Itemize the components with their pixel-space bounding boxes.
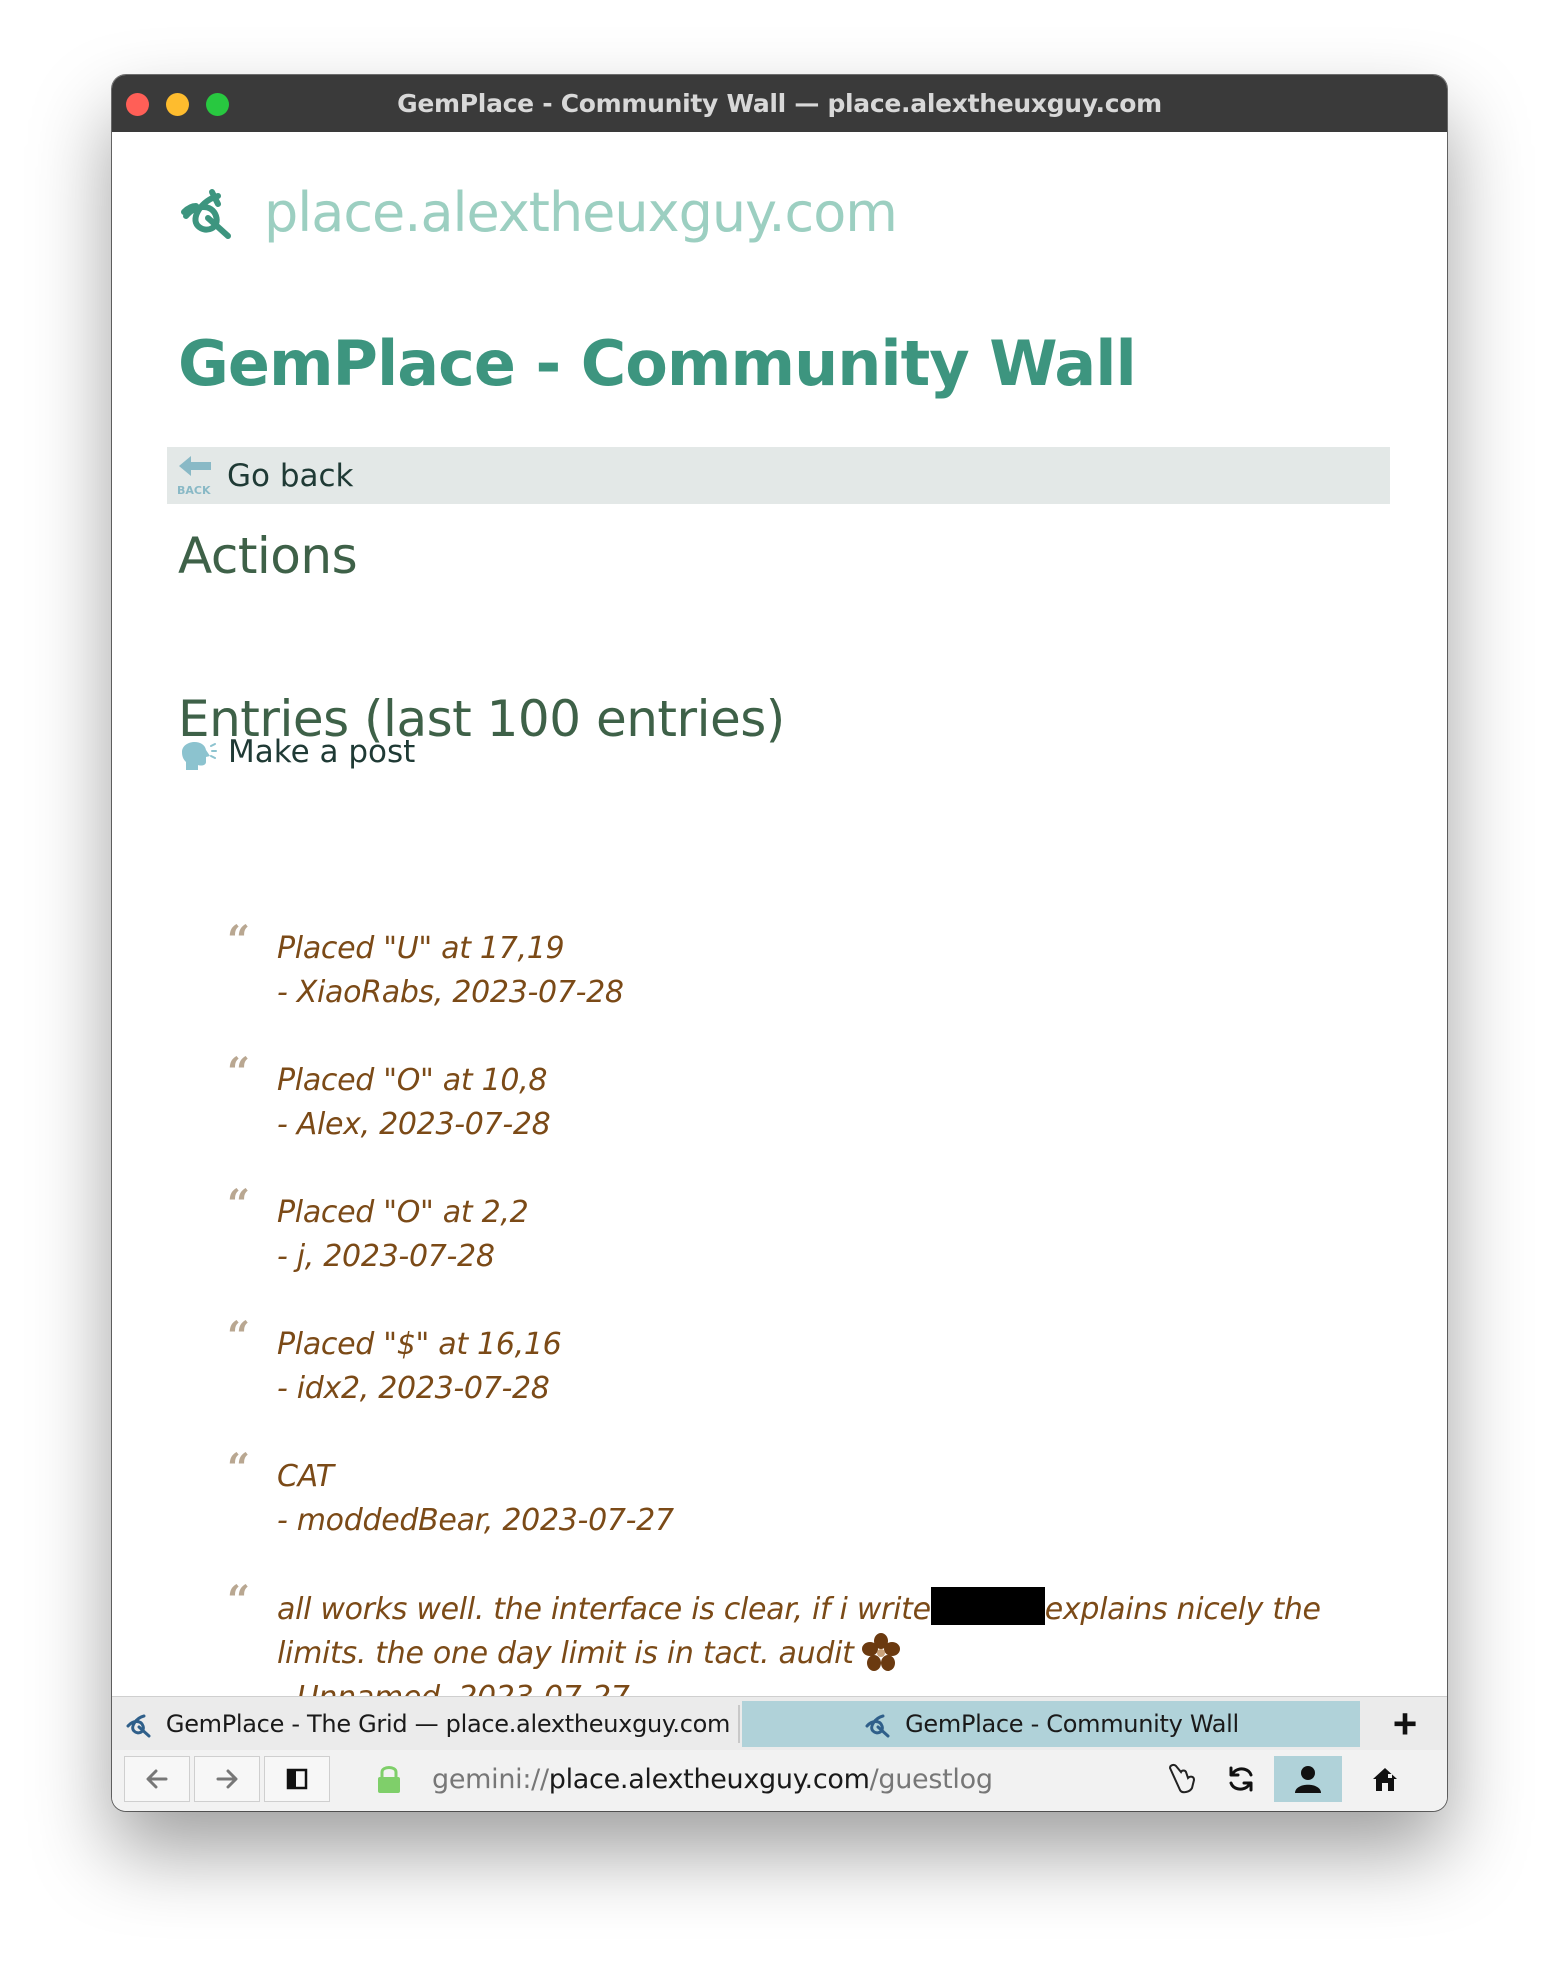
entry-author: - Alex, 2023-07-28 xyxy=(277,1107,551,1142)
entry-text: Placed "U" at 17,19 xyxy=(277,931,565,966)
quote-icon: “ xyxy=(227,1445,251,1492)
redaction-block xyxy=(930,1587,1045,1625)
tab-label: GemPlace - Community Wall xyxy=(905,1710,1239,1738)
url-field[interactable]: gemini://place.alextheuxguy.com/guestlog xyxy=(356,1756,1282,1802)
home-button[interactable] xyxy=(1352,1756,1418,1802)
back-icon-label: BACK xyxy=(177,483,211,497)
identity-button[interactable] xyxy=(1274,1756,1342,1802)
site-header: place.alextheuxguy.com xyxy=(178,172,898,252)
back-arrow-icon: BACK xyxy=(177,454,215,498)
list-item: “ CAT - moddedBear, 2023-07-27 xyxy=(227,1449,1377,1543)
quote-icon: “ xyxy=(227,1577,251,1624)
page-title: GemPlace - Community Wall xyxy=(178,327,1137,400)
entry-author: - j, 2023-07-28 xyxy=(277,1239,495,1274)
title-bar: GemPlace - Community Wall — place.alexth… xyxy=(112,75,1447,132)
quote-icon: “ xyxy=(227,917,251,964)
arrow-left-icon xyxy=(146,1769,168,1789)
entry-text: all works well. the interface is clear, … xyxy=(277,1587,1377,1632)
back-button[interactable] xyxy=(124,1756,190,1802)
url-host: place.alextheuxguy.com xyxy=(548,1763,870,1795)
go-back-link[interactable]: BACK Go back xyxy=(167,447,1390,504)
bookmark-hand-icon xyxy=(1168,1763,1196,1794)
quote-icon: “ xyxy=(227,1181,251,1228)
entry-author: - idx2, 2023-07-28 xyxy=(277,1371,550,1406)
entry-text-part: all works well. the interface is clear, … xyxy=(277,1592,931,1627)
list-item: “ Placed "O" at 10,8 - Alex, 2023-07-28 xyxy=(227,1053,1377,1147)
quote-icon: “ xyxy=(227,1049,251,1096)
list-item: “ Placed "$" at 16,16 - idx2, 2023-07-28 xyxy=(227,1317,1377,1411)
site-domain[interactable]: place.alextheuxguy.com xyxy=(264,181,898,244)
arrow-right-icon xyxy=(216,1769,238,1789)
tab-community-wall[interactable]: GemPlace - Community Wall xyxy=(742,1701,1360,1747)
flower-icon xyxy=(861,1633,900,1671)
forward-button[interactable] xyxy=(194,1756,260,1802)
home-icon xyxy=(1373,1768,1397,1791)
tab-divider xyxy=(738,1705,740,1743)
url-path: /guestlog xyxy=(869,1763,993,1795)
entry-text: Placed "O" at 10,8 xyxy=(277,1063,548,1098)
quote-icon: “ xyxy=(227,1313,251,1360)
bookmark-button[interactable] xyxy=(1152,1756,1210,1802)
go-back-label: Go back xyxy=(227,457,354,494)
entry-author: - Unnamed, 2023-07-27 xyxy=(277,1676,1377,1696)
list-item: “ Placed "U" at 17,19 - XiaoRabs, 2023-0… xyxy=(227,921,1377,1015)
sidebar-toggle-button[interactable] xyxy=(264,1756,330,1802)
entries-heading: Entries (last 100 entries) xyxy=(178,690,785,748)
leaf-loop-icon xyxy=(126,1714,151,1738)
actions-heading: Actions xyxy=(178,527,358,585)
reload-icon xyxy=(1229,1766,1253,1792)
leaf-loop-icon xyxy=(865,1714,890,1738)
entry-text-part: limits. the one day limit is in tact. au… xyxy=(277,1636,854,1671)
person-icon xyxy=(1295,1766,1321,1793)
entry-author: - moddedBear, 2023-07-27 xyxy=(277,1503,674,1538)
url-scheme: gemini:// xyxy=(432,1763,549,1795)
list-item: “ all works well. the interface is clear… xyxy=(227,1581,1377,1697)
list-item: “ Placed "O" at 2,2 - j, 2023-07-28 xyxy=(227,1185,1377,1279)
entry-text: limits. the one day limit is in tact. au… xyxy=(277,1632,1377,1676)
reload-button[interactable] xyxy=(1212,1756,1270,1802)
tab-label: GemPlace - The Grid — place.alextheuxguy… xyxy=(165,1710,731,1738)
tab-the-grid[interactable]: GemPlace - The Grid — place.alextheuxguy… xyxy=(118,1701,736,1747)
browser-window: GemPlace - Community Wall — place.alexth… xyxy=(112,75,1447,1811)
window-title: GemPlace - Community Wall — place.alexth… xyxy=(397,89,1162,118)
leaf-loop-icon xyxy=(181,189,231,239)
entry-text: Placed "$" at 16,16 xyxy=(277,1327,562,1362)
lock-icon xyxy=(378,1766,400,1793)
new-tab-button[interactable]: + xyxy=(1369,1700,1441,1747)
sidebar-icon xyxy=(286,1768,308,1790)
entry-text: Placed "O" at 2,2 xyxy=(277,1195,529,1230)
entry-text-part: explains nicely the xyxy=(1044,1592,1321,1627)
entry-text: CAT xyxy=(277,1459,334,1494)
page-content: place.alextheuxguy.com GemPlace - Commun… xyxy=(112,132,1447,1696)
navigation-toolbar: gemini://place.alextheuxguy.com/guestlog xyxy=(112,1750,1447,1811)
tab-bar: GemPlace - The Grid — place.alextheuxguy… xyxy=(112,1696,1447,1751)
entries-list: “ Placed "U" at 17,19 - XiaoRabs, 2023-0… xyxy=(227,921,1377,1697)
entry-author: - XiaoRabs, 2023-07-28 xyxy=(277,975,624,1010)
